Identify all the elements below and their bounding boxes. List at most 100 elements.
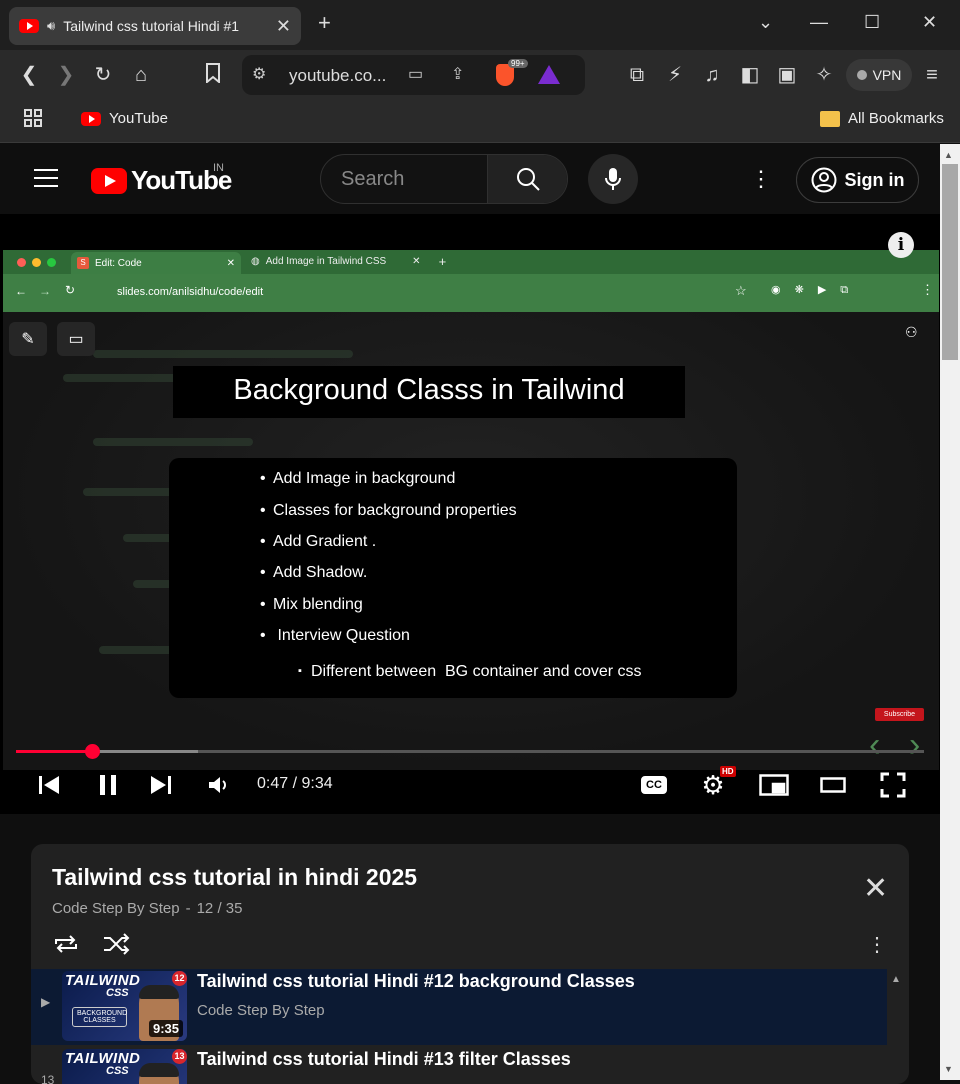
- share-icon[interactable]: ⇪: [451, 64, 464, 84]
- new-tab-icon[interactable]: +: [318, 10, 331, 36]
- thumbnail-text: TAILWIND: [65, 972, 141, 989]
- progress-bar[interactable]: [16, 744, 924, 759]
- country-code: IN: [213, 162, 224, 174]
- scroll-thumb[interactable]: [942, 164, 958, 360]
- thumbnail-subtext: CSS: [106, 987, 129, 999]
- playlist-more-icon[interactable]: ⋮: [867, 932, 887, 957]
- shuffle-playlist-icon[interactable]: [102, 932, 130, 961]
- fullscreen-icon[interactable]: [878, 770, 908, 800]
- vpn-status-icon: [856, 70, 867, 80]
- browser-tab-active[interactable]: 🔊︎ Tailwind css tutorial Hindi #1 ✕: [9, 7, 301, 45]
- extensions-icon[interactable]: ⧉: [625, 63, 649, 87]
- vpn-button[interactable]: VPN: [846, 59, 912, 91]
- video-duration: 9:35: [148, 1020, 183, 1037]
- inner-url-text: slides.com/anilsidhu/code/edit: [117, 286, 264, 298]
- video-thumbnail[interactable]: TAILWIND CSS 12 BACKGROUND CLASSES 9:35: [62, 971, 187, 1041]
- playlist-close-icon[interactable]: ✕: [863, 874, 888, 904]
- inner-close-dot-icon: [17, 258, 26, 267]
- thumbnail-number: 12: [172, 971, 187, 986]
- tab-close-icon[interactable]: ✕: [276, 16, 291, 37]
- minimize-icon[interactable]: —: [810, 12, 828, 33]
- music-icon[interactable]: ♫: [700, 63, 724, 87]
- progress-scrubber[interactable]: [84, 744, 100, 759]
- playlist-separator: -: [185, 900, 191, 917]
- youtube-logo[interactable]: YouTube IN: [91, 162, 232, 196]
- previous-video-icon[interactable]: [36, 770, 62, 800]
- video-title[interactable]: Tailwind css tutorial Hindi #12 backgrou…: [197, 971, 635, 992]
- browser-tab-bar: 🔊︎ Tailwind css tutorial Hindi #1 ✕ + ⌄ …: [0, 0, 960, 50]
- scroll-down-icon[interactable]: ▼: [944, 1064, 953, 1074]
- playlist-position: 12 / 35: [196, 900, 243, 917]
- playlist-subtitle: Code Step By Step - 12 / 35: [52, 900, 242, 917]
- search-input[interactable]: [321, 155, 489, 203]
- scroll-up-icon[interactable]: ▲: [944, 150, 953, 160]
- inner-back-icon: ←: [15, 284, 27, 298]
- theater-mode-icon[interactable]: [818, 770, 848, 800]
- menu-icon[interactable]: ≡: [920, 63, 944, 87]
- inner-reload-icon: ↻: [65, 283, 76, 297]
- slide-title: Background Classs in Tailwind: [233, 374, 625, 406]
- brave-rewards-icon[interactable]: [538, 65, 560, 84]
- all-bookmarks-folder[interactable]: All Bookmarks: [820, 110, 944, 127]
- playlist-channel[interactable]: Code Step By Step: [52, 900, 180, 917]
- volume-icon[interactable]: [206, 770, 230, 800]
- slide-prev-icon: ‹: [869, 726, 881, 764]
- video-player[interactable]: S Edit: Code ✕ ◍ Add Image in Tailwind C…: [0, 214, 940, 814]
- thumbnail-number: 13: [172, 1049, 187, 1064]
- slide-bullet: Add Shadow.: [260, 564, 367, 582]
- bookmark-icon[interactable]: [201, 63, 225, 89]
- page-scrollbar[interactable]: ▲ ▼: [940, 144, 960, 1080]
- wallet-icon[interactable]: ▣: [775, 63, 799, 87]
- leo-icon[interactable]: ⚡︎: [663, 63, 687, 87]
- apps-grid-icon[interactable]: [24, 109, 43, 128]
- globe-icon: ◍: [251, 256, 260, 267]
- video-title[interactable]: Tailwind css tutorial Hindi #13 filter C…: [197, 1049, 571, 1070]
- home-icon[interactable]: ⌂: [129, 63, 153, 87]
- video-frame-content: S Edit: Code ✕ ◍ Add Image in Tailwind C…: [3, 250, 939, 770]
- playlist-item[interactable]: 13 TAILWIND CSS 13 Tailwind css tutorial…: [31, 1047, 887, 1084]
- slide-bullet: Mix blending: [260, 596, 363, 614]
- vpn-label: VPN: [872, 67, 902, 83]
- cast-icon[interactable]: ▭: [408, 64, 423, 84]
- time-display: 0:47 / 9:34: [257, 775, 333, 792]
- back-icon[interactable]: ❮: [17, 63, 41, 87]
- browser-nav-bar: ❮ ❯ ↻ ⌂ ⚙︎ youtube.co... ▭ ⇪ 99+ ⧉ ⚡︎ ♫ …: [0, 50, 960, 100]
- forward-icon[interactable]: ❯: [54, 63, 78, 87]
- search-button[interactable]: [487, 155, 567, 203]
- captions-button[interactable]: CC: [639, 770, 669, 800]
- captions-icon: CC: [641, 776, 667, 794]
- settings-more-icon[interactable]: ⋮: [750, 168, 772, 190]
- maximize-icon[interactable]: ☐: [864, 12, 880, 33]
- guide-menu-icon[interactable]: [34, 169, 58, 187]
- slide-bullet: Interview Question: [260, 627, 410, 645]
- playlist-item[interactable]: ▶ TAILWIND CSS 12 BACKGROUND CLASSES 9:3…: [31, 969, 887, 1045]
- inner-star-icon: ☆: [735, 283, 747, 298]
- inner-tab-label: Add Image in Tailwind CSS: [265, 256, 387, 267]
- ai-sparkle-icon[interactable]: ✧: [812, 63, 836, 87]
- speaker-icon[interactable]: 🔊︎: [47, 18, 55, 34]
- next-video-icon[interactable]: [148, 770, 174, 800]
- loop-playlist-icon[interactable]: [52, 932, 80, 961]
- youtube-header: YouTube IN ⋮ Sign in: [0, 144, 940, 214]
- playlist-scroll-up-icon[interactable]: ▲: [891, 974, 901, 985]
- voice-search-button[interactable]: [588, 154, 638, 204]
- playlist-panel: Tailwind css tutorial in hindi 2025 Code…: [31, 844, 909, 1084]
- playlist-title[interactable]: Tailwind css tutorial in hindi 2025: [52, 864, 417, 891]
- address-bar[interactable]: ⚙︎ youtube.co... ▭ ⇪ 99+: [242, 55, 585, 95]
- close-window-icon[interactable]: ✕: [922, 12, 937, 33]
- site-settings-icon[interactable]: ⚙︎: [252, 64, 266, 84]
- url-text[interactable]: youtube.co...: [289, 66, 386, 86]
- pause-icon[interactable]: [96, 770, 120, 800]
- miniplayer-icon[interactable]: [758, 770, 790, 800]
- thumbnail-subtext: CSS: [106, 1065, 129, 1077]
- info-card-icon[interactable]: i: [888, 232, 914, 258]
- sign-in-label: Sign in: [844, 169, 905, 190]
- bookmark-youtube[interactable]: YouTube: [81, 110, 168, 127]
- sidebar-toggle-icon[interactable]: ◧: [738, 63, 762, 87]
- inner-min-dot-icon: [32, 258, 41, 267]
- reload-icon[interactable]: ↻: [91, 63, 115, 87]
- sign-in-button[interactable]: Sign in: [796, 157, 919, 203]
- progress-played: [16, 750, 92, 753]
- tab-search-chevron-icon[interactable]: ⌄: [758, 12, 773, 33]
- video-thumbnail[interactable]: TAILWIND CSS 13: [62, 1049, 187, 1084]
